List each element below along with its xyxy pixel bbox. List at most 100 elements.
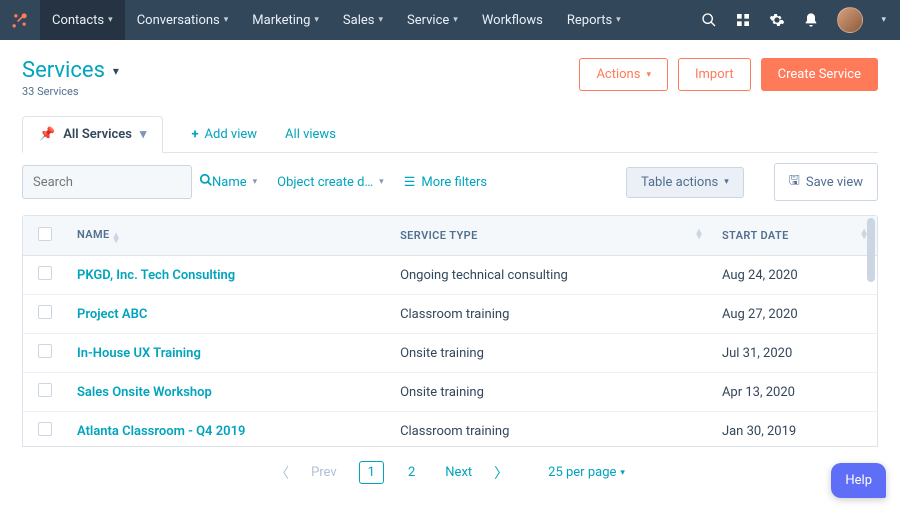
nav-label: Sales [343,13,375,28]
column-label: Start Date [722,229,789,242]
record-link[interactable]: Project ABC [77,307,147,322]
cell-name: Project ABC [67,295,390,334]
button-label: Import [695,67,734,82]
cell-service-type: Onsite training [390,334,712,373]
column-service-type[interactable]: Service Type▴▾ [390,216,712,256]
nav-contacts[interactable]: Contacts▾ [40,0,125,40]
table-row: PKGD, Inc. Tech Consulting Ongoing techni… [23,256,877,295]
nav-right: ▾ [701,0,886,40]
filter-name[interactable]: Name▾ [212,175,257,190]
chevron-down-icon: ▾ [646,70,651,80]
gear-icon[interactable] [769,12,785,28]
search-input[interactable] [33,175,199,190]
next-link[interactable]: Next [439,461,478,484]
save-icon: 🖫 [789,171,800,193]
nav-label: Service [407,13,449,28]
row-checkbox-cell [23,256,67,295]
pagination: 〈 Prev 1 2 Next 〉 25 per page▾ [22,447,878,498]
hubspot-logo[interactable] [0,0,40,40]
record-link[interactable]: Atlanta Classroom - Q4 2019 [77,424,245,439]
row-checkbox-cell [23,412,67,447]
chevron-down-icon: ▾ [224,15,229,25]
all-views-link[interactable]: All views [285,117,336,152]
per-page-select[interactable]: 25 per page▾ [548,465,625,480]
chevron-down-icon: ▾ [113,64,119,78]
more-filters[interactable]: ☰ More filters [404,175,487,190]
cell-name: Atlanta Classroom - Q4 2019 [67,412,390,447]
record-link[interactable]: Sales Onsite Workshop [77,385,212,400]
import-button[interactable]: Import [678,58,751,91]
search-icon [199,173,213,191]
page-title[interactable]: Services ▾ [22,58,119,83]
cell-start-date: Jul 31, 2020 [712,334,877,373]
chevron-down-icon: ▾ [724,177,729,187]
cell-service-type: Ongoing technical consulting [390,256,712,295]
avatar[interactable] [837,7,863,33]
next-arrow-icon[interactable]: 〉 [494,463,508,483]
chevron-down-icon: ▾ [379,177,384,187]
button-label: Table actions [641,175,718,190]
create-service-button[interactable]: Create Service [761,58,878,91]
marketplace-icon[interactable] [735,12,751,28]
chevron-down-icon: ▾ [140,127,147,142]
nav-service[interactable]: Service ▾ [395,0,470,40]
table-row: In-House UX Training Onsite trainingJul 3… [23,334,877,373]
search-icon[interactable] [701,12,717,28]
plus-icon: + [191,127,198,142]
save-view-button[interactable]: 🖫Save view [774,163,878,201]
search-box[interactable] [22,165,192,199]
button-label: Actions [596,67,640,82]
table-actions-button[interactable]: Table actions ▾ [626,167,744,198]
nav-label: Contacts [52,13,104,28]
link-label: Add view [205,127,258,142]
button-label: Create Service [778,67,861,82]
record-link[interactable]: In-House UX Training [77,346,201,361]
sort-icon: ▴▾ [697,229,702,239]
prev-arrow-icon[interactable]: 〈 [275,463,289,483]
nav-label: Marketing [252,13,310,28]
filter-object-create[interactable]: Object create d… ▾ [277,175,384,190]
scrollbar-thumb[interactable] [867,218,875,282]
table-row: Sales Onsite WorkshopOnsite trainingApr … [23,373,877,412]
link-label: All views [285,127,336,142]
nav-conversations[interactable]: Conversations▾ [125,0,241,40]
filter-label: More filters [421,175,487,190]
page-2[interactable]: 2 [400,462,423,483]
page-1[interactable]: 1 [359,461,384,484]
row-checkbox[interactable] [38,344,52,358]
chevron-down-icon: ▾ [378,15,383,25]
nav-workflows[interactable]: Workflows [470,0,555,40]
chevron-down-icon: ▾ [453,15,458,25]
row-checkbox[interactable] [38,383,52,397]
per-page-label: 25 per page [548,465,616,480]
cell-start-date: Jan 30, 2019 [712,412,877,447]
filter-icon: ☰ [404,175,416,190]
nav-marketing[interactable]: Marketing ▾ [240,0,331,40]
filter-label: Object create d… [277,175,373,190]
prev-link[interactable]: Prev [305,461,343,484]
tab-all-services[interactable]: 📌 All Services ▾ [22,116,163,153]
help-label: Help [845,473,872,488]
nav-items: Contacts▾ Conversations▾ Marketing▾ Sale… [40,0,633,40]
column-name[interactable]: Name▴▾ [67,216,390,256]
table-header-row: Name▴▾ Service Type▴▾ Start Date▴▾ [23,216,877,256]
nav-sales[interactable]: Sales▾ [331,0,395,40]
column-start-date[interactable]: Start Date▴▾ [712,216,877,256]
page-header: Services ▾ 33 Services Actions▾ Import C… [22,58,878,98]
record-link[interactable]: PKGD, Inc. Tech Consulting [77,268,235,283]
bell-icon[interactable] [803,12,819,28]
add-view-link[interactable]: + Add view [191,117,257,152]
help-button[interactable]: Help [831,463,886,498]
actions-button[interactable]: Actions ▾ [579,58,668,91]
select-all-checkbox[interactable] [38,227,52,241]
row-checkbox[interactable] [38,305,52,319]
cell-name: Sales Onsite Workshop [67,373,390,412]
cell-name: In-House UX Training [67,334,390,373]
chevron-down-icon: ▾ [253,177,258,187]
row-checkbox[interactable] [38,422,52,436]
scrollbar[interactable] [867,218,875,444]
nav-reports[interactable]: Reports▾ [555,0,633,40]
chevron-down-icon: ▾ [314,15,319,25]
row-checkbox[interactable] [38,266,52,280]
page-title-text: Services [22,58,105,83]
